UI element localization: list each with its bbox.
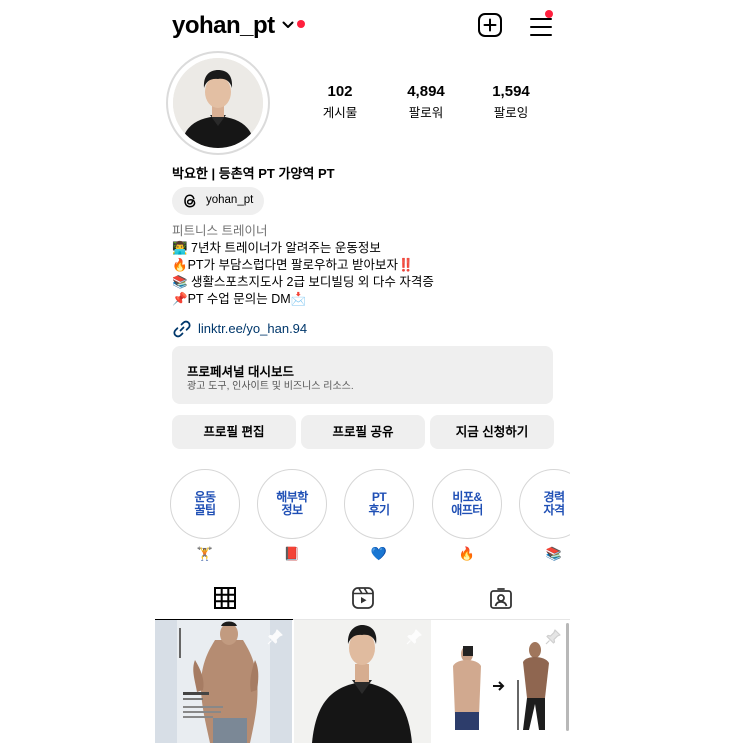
notification-dot	[297, 20, 305, 28]
posts-count-value: 102	[327, 83, 353, 100]
pin-icon	[267, 629, 283, 645]
highlight-title: 해부학 정보	[276, 490, 308, 517]
highlight-item[interactable]: 운동 꿀팁 🏋️	[170, 469, 240, 564]
avatar	[173, 58, 263, 148]
highlight-emoji: 💙	[370, 546, 388, 561]
following-count[interactable]: 1,594 팔로잉	[471, 83, 551, 121]
threads-label: yohan_pt	[206, 194, 254, 206]
highlight-cover: 비포& 애프터	[432, 469, 502, 539]
highlight-cover: 해부학 정보	[257, 469, 327, 539]
new-post-icon[interactable]	[477, 12, 503, 38]
threads-badge[interactable]: yohan_pt	[172, 187, 264, 215]
profile-screen: yohan_pt 102 게시물 4,894 팔로워 1,594 팔로잉 박요한…	[155, 0, 570, 743]
posts-count: 102 게시물	[300, 83, 380, 121]
highlight-title: PT 후기	[368, 490, 390, 517]
highlight-title: 경력 자격	[543, 490, 565, 517]
followers-count-label: 팔로워	[408, 106, 444, 120]
top-bar: yohan_pt	[155, 8, 570, 44]
apply-now-button[interactable]: 지금 신청하기	[430, 415, 554, 449]
highlight-title: 비포& 애프터	[451, 490, 483, 517]
following-count-value: 1,594	[492, 83, 530, 100]
highlight-item[interactable]: 비포& 애프터 🔥	[432, 469, 502, 564]
highlight-cover: 경력 자격	[519, 469, 570, 539]
followers-count-value: 4,894	[407, 83, 445, 100]
share-profile-button[interactable]: 프로필 공유	[301, 415, 425, 449]
full-name: 박요한 | 등촌역 PT 가양역 PT	[172, 166, 335, 181]
scrollbar[interactable]	[566, 623, 569, 731]
tab-tagged[interactable]	[431, 578, 569, 620]
link-icon	[173, 320, 191, 338]
highlight-emoji: 🔥	[458, 546, 476, 561]
highlight-item[interactable]: PT 후기 💙	[344, 469, 414, 564]
tab-reels[interactable]	[293, 578, 431, 620]
tab-grid[interactable]	[155, 578, 293, 620]
highlight-cover: PT 후기	[344, 469, 414, 539]
pin-icon	[545, 629, 561, 645]
bio-line: 📚 생활스포츠지도사 2급 보디빌딩 외 다수 자격증	[172, 275, 434, 289]
highlight-cover: 운동 꿀팁	[170, 469, 240, 539]
highlight-item[interactable]: 해부학 정보 📕	[257, 469, 327, 564]
content-tabs	[155, 578, 570, 620]
post-thumbnail[interactable]	[433, 620, 570, 743]
highlight-item[interactable]: 경력 자격 📚	[519, 469, 570, 564]
profile-category: 피트니스 트레이너	[172, 224, 268, 238]
highlight-emoji: 📕	[283, 546, 301, 561]
bio-line: 🔥PT가 부담스럽다면 팔로우하고 받아보자‼️	[172, 258, 414, 272]
chevron-down-icon[interactable]	[282, 20, 294, 30]
pin-icon	[406, 629, 422, 645]
highlight-emoji: 🏋️	[196, 546, 214, 561]
reels-icon	[352, 587, 374, 609]
highlight-title: 운동 꿀팁	[194, 490, 216, 517]
bio-line: 👨‍💻 7년차 트레이너가 알려주는 운동정보	[172, 241, 381, 255]
tagged-icon	[490, 588, 512, 609]
menu-icon[interactable]	[528, 14, 554, 40]
professional-dashboard[interactable]: 프로페셔널 대시보드 광고 도구, 인사이트 및 비즈니스 리소스.	[172, 346, 553, 404]
following-count-label: 팔로잉	[493, 106, 529, 120]
highlight-emoji: 📚	[545, 546, 563, 561]
username-switcher[interactable]: yohan_pt	[172, 12, 275, 40]
post-thumbnail[interactable]	[294, 620, 431, 743]
bio-line: 📌PT 수업 문의는 DM📩	[172, 292, 307, 306]
posts-count-label: 게시물	[322, 106, 358, 120]
dashboard-subtitle: 광고 도구, 인사이트 및 비즈니스 리소스.	[187, 381, 354, 392]
edit-profile-button[interactable]: 프로필 편집	[172, 415, 296, 449]
followers-count[interactable]: 4,894 팔로워	[386, 83, 466, 121]
post-thumbnail[interactable]	[155, 620, 292, 743]
menu-notification-dot	[545, 10, 553, 18]
avatar-portrait	[173, 58, 263, 148]
threads-icon	[184, 194, 196, 208]
grid-icon	[214, 587, 236, 609]
profile-avatar[interactable]	[166, 51, 270, 155]
profile-link-text: linktr.ee/yo_han.94	[198, 321, 308, 336]
